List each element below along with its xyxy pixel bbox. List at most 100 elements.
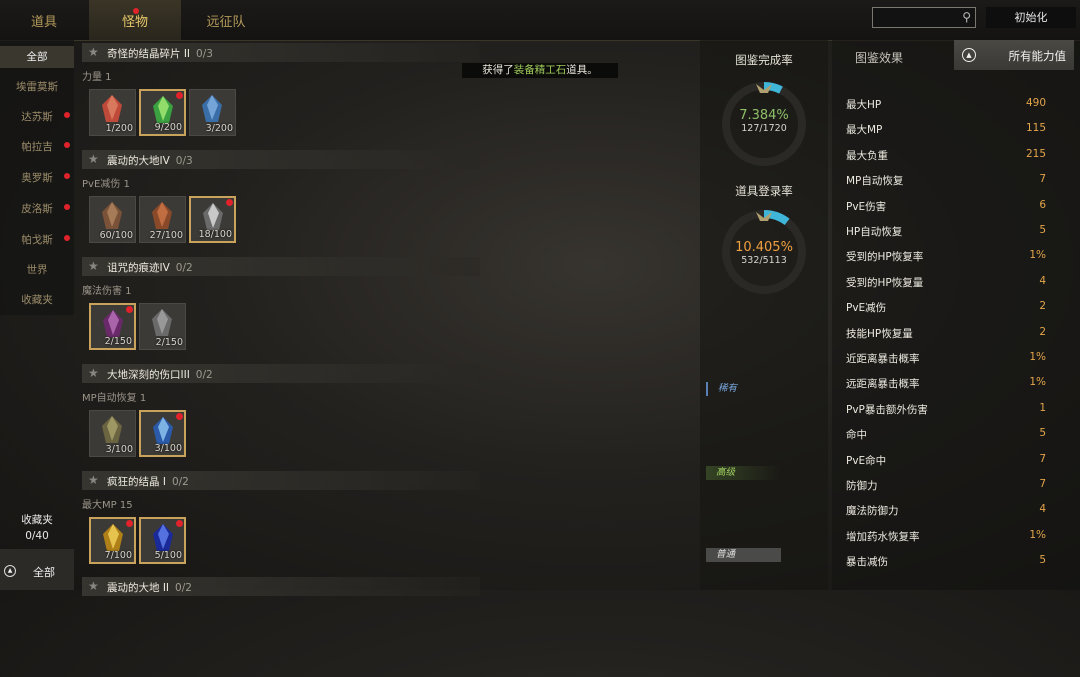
stat-row: 魔法防御力 4 xyxy=(846,503,1046,519)
notification-dot xyxy=(133,8,139,14)
stat-row: 技能HP恢复量 2 xyxy=(846,326,1046,342)
sidebar-item-label: 奥罗斯 xyxy=(21,172,53,184)
shard-grey-icon xyxy=(152,309,172,336)
collection-entry[interactable]: ★ 疯狂的结晶 I 0/2 最大MP 15 7/100 5/100 xyxy=(82,471,482,571)
item-count: 1/200 xyxy=(105,123,133,134)
sidebar-item-favorites[interactable]: 收藏夹 xyxy=(0,289,74,311)
stat-value: 4 xyxy=(1039,274,1046,287)
sidebar-item-oros[interactable]: 奥罗斯 xyxy=(0,167,74,189)
collection-stat-bonus: 力量 1 xyxy=(82,72,112,83)
stat-row: 远距离暴击概率 1% xyxy=(846,376,1046,392)
sidebar-item-label: 皮洛斯 xyxy=(21,203,53,215)
notification-dot xyxy=(64,235,70,241)
collection-item-slot[interactable]: 5/100 xyxy=(139,517,186,564)
stat-name: 命中 xyxy=(846,429,867,442)
favorite-star-icon[interactable]: ★ xyxy=(88,259,99,273)
registerable-badge xyxy=(176,92,183,99)
favorite-star-icon[interactable]: ★ xyxy=(88,152,99,166)
sidebar-item-all[interactable]: 全部 xyxy=(0,46,74,68)
item-count: 27/100 xyxy=(149,230,183,241)
registerable-badge xyxy=(226,199,233,206)
collection-stat-bonus: MP自动恢复 1 xyxy=(82,393,147,404)
sidebar-item-label: 收藏夹 xyxy=(21,294,53,306)
sidebar-item-label: 帕拉吉 xyxy=(21,141,53,153)
tab-items[interactable]: 道具 xyxy=(0,0,88,40)
stat-name: 近距离暴击概率 xyxy=(846,353,920,365)
favorite-star-icon[interactable]: ★ xyxy=(88,473,99,487)
stat-value: 2 xyxy=(1039,325,1046,338)
favorite-star-icon[interactable]: ★ xyxy=(88,366,99,380)
sidebar-item-dasus[interactable]: 达苏斯 xyxy=(0,106,74,128)
sidebar-item-world[interactable]: 世界 xyxy=(0,259,74,281)
collection-title: 奇怪的结晶碎片 II 0/3 xyxy=(107,46,213,61)
stat-value: 215 xyxy=(1025,147,1046,160)
stat-value: 1 xyxy=(1039,401,1046,414)
tab-monsters[interactable]: 怪物 xyxy=(89,0,181,40)
collection-item-slot[interactable]: 18/100 xyxy=(189,196,236,243)
collection-item-slot[interactable]: 1/200 xyxy=(89,89,136,136)
item-count: 2/150 xyxy=(155,337,183,348)
collection-entry[interactable]: ★ 震动的大地IV 0/3 PvE减伤 1 60/100 27/100 18/100 xyxy=(82,150,482,250)
completion-counts: 127/1720 xyxy=(741,123,787,134)
stat-name: 最大HP xyxy=(846,99,882,111)
completion-title: 图鉴完成率 xyxy=(735,53,793,67)
stat-value: 7 xyxy=(1039,452,1046,465)
stat-value: 5 xyxy=(1039,554,1046,567)
sidebar-item-palaji[interactable]: 帕拉吉 xyxy=(0,136,74,158)
collection-item-slot[interactable]: 9/200 xyxy=(139,89,186,136)
stat-row: PvE命中 7 xyxy=(846,453,1046,469)
collection-item-slot[interactable]: 60/100 xyxy=(89,196,136,243)
item-count: 5/100 xyxy=(154,550,182,561)
effects-title[interactable]: 图鉴效果 xyxy=(855,49,903,66)
sidebar-item-pagos[interactable]: 帕戈斯 xyxy=(0,229,74,251)
stat-name: PvE命中 xyxy=(846,454,887,467)
triangle-up-icon: ▲ xyxy=(962,48,976,62)
stat-row: PvE伤害 6 xyxy=(846,199,1046,215)
favorite-star-icon[interactable]: ★ xyxy=(88,579,99,593)
collection-entry[interactable]: ★ 大地深刻的伤口III 0/2 MP自动恢复 1 3/100 3/100 xyxy=(82,364,482,464)
sidebar-item-label: 帕戈斯 xyxy=(21,234,53,246)
collection-entry[interactable]: ★ 诅咒的痕迹IV 0/2 魔法伤害 1 2/150 2/150 xyxy=(82,257,482,357)
tab-expedition[interactable]: 远征队 xyxy=(182,0,270,40)
collection-item-slot[interactable]: 3/200 xyxy=(189,89,236,136)
toast-prefix: 获得了 xyxy=(482,64,514,76)
registerable-badge xyxy=(176,413,183,420)
filter-all-label: 全部 xyxy=(33,566,55,579)
item-acquired-notice: 获得了装备精工石道具。 xyxy=(462,63,618,78)
search-input[interactable]: ⚲ xyxy=(872,7,976,28)
reset-button[interactable]: 初始化 xyxy=(986,7,1076,28)
collection-name: 诅咒的痕迹IV xyxy=(107,262,170,274)
search-icon[interactable]: ⚲ xyxy=(962,10,971,24)
collection-entry[interactable]: ★ 奇怪的结晶碎片 II 0/3 力量 1 1/200 9/200 3/200 xyxy=(82,43,482,143)
stat-name: 远距离暴击概率 xyxy=(846,378,920,391)
collection-title: 震动的大地 II 0/2 xyxy=(107,580,192,595)
tier-advanced: 高级 xyxy=(706,466,781,480)
collection-item-slot[interactable]: 2/150 xyxy=(139,303,186,350)
filter-all-button[interactable]: ▲ 全部 xyxy=(0,549,74,590)
stat-name: PvP暴击额外伤害 xyxy=(846,403,928,416)
sidebar-item-pilos[interactable]: 皮洛斯 xyxy=(0,198,74,220)
registerable-badge xyxy=(126,520,133,527)
item-count: 2/150 xyxy=(104,336,132,347)
collection-title: 疯狂的结晶 I 0/2 xyxy=(107,474,189,489)
all-stats-button[interactable]: ▲ 所有能力值 xyxy=(954,40,1074,70)
collection-progress: 0/2 xyxy=(171,476,189,488)
sidebar-item-eremos[interactable]: 埃雷莫斯 xyxy=(0,76,74,98)
collection-item-slot[interactable]: 3/100 xyxy=(89,410,136,457)
ore-rust-icon xyxy=(152,202,172,229)
collection-item-slot[interactable]: 7/100 xyxy=(89,517,136,564)
stat-row: PvE减伤 2 xyxy=(846,300,1046,316)
item-count: 60/100 xyxy=(99,230,133,241)
sidebar-item-label: 世界 xyxy=(26,264,48,276)
stat-name: MP自动恢复 xyxy=(846,175,904,188)
stat-value: 6 xyxy=(1039,198,1046,211)
collection-item-slot[interactable]: 2/150 xyxy=(89,303,136,350)
favorite-star-icon[interactable]: ★ xyxy=(88,45,99,59)
collection-progress: 0/2 xyxy=(195,369,213,381)
collection-item-slot[interactable]: 27/100 xyxy=(139,196,186,243)
stat-name: PvE减伤 xyxy=(846,302,887,315)
collection-entry[interactable]: ★ 震动的大地 II 0/2 xyxy=(82,577,482,677)
stat-row: 近距离暴击概率 1% xyxy=(846,351,1046,367)
collection-item-slot[interactable]: 3/100 xyxy=(139,410,186,457)
crystal-blue-icon xyxy=(202,95,222,122)
